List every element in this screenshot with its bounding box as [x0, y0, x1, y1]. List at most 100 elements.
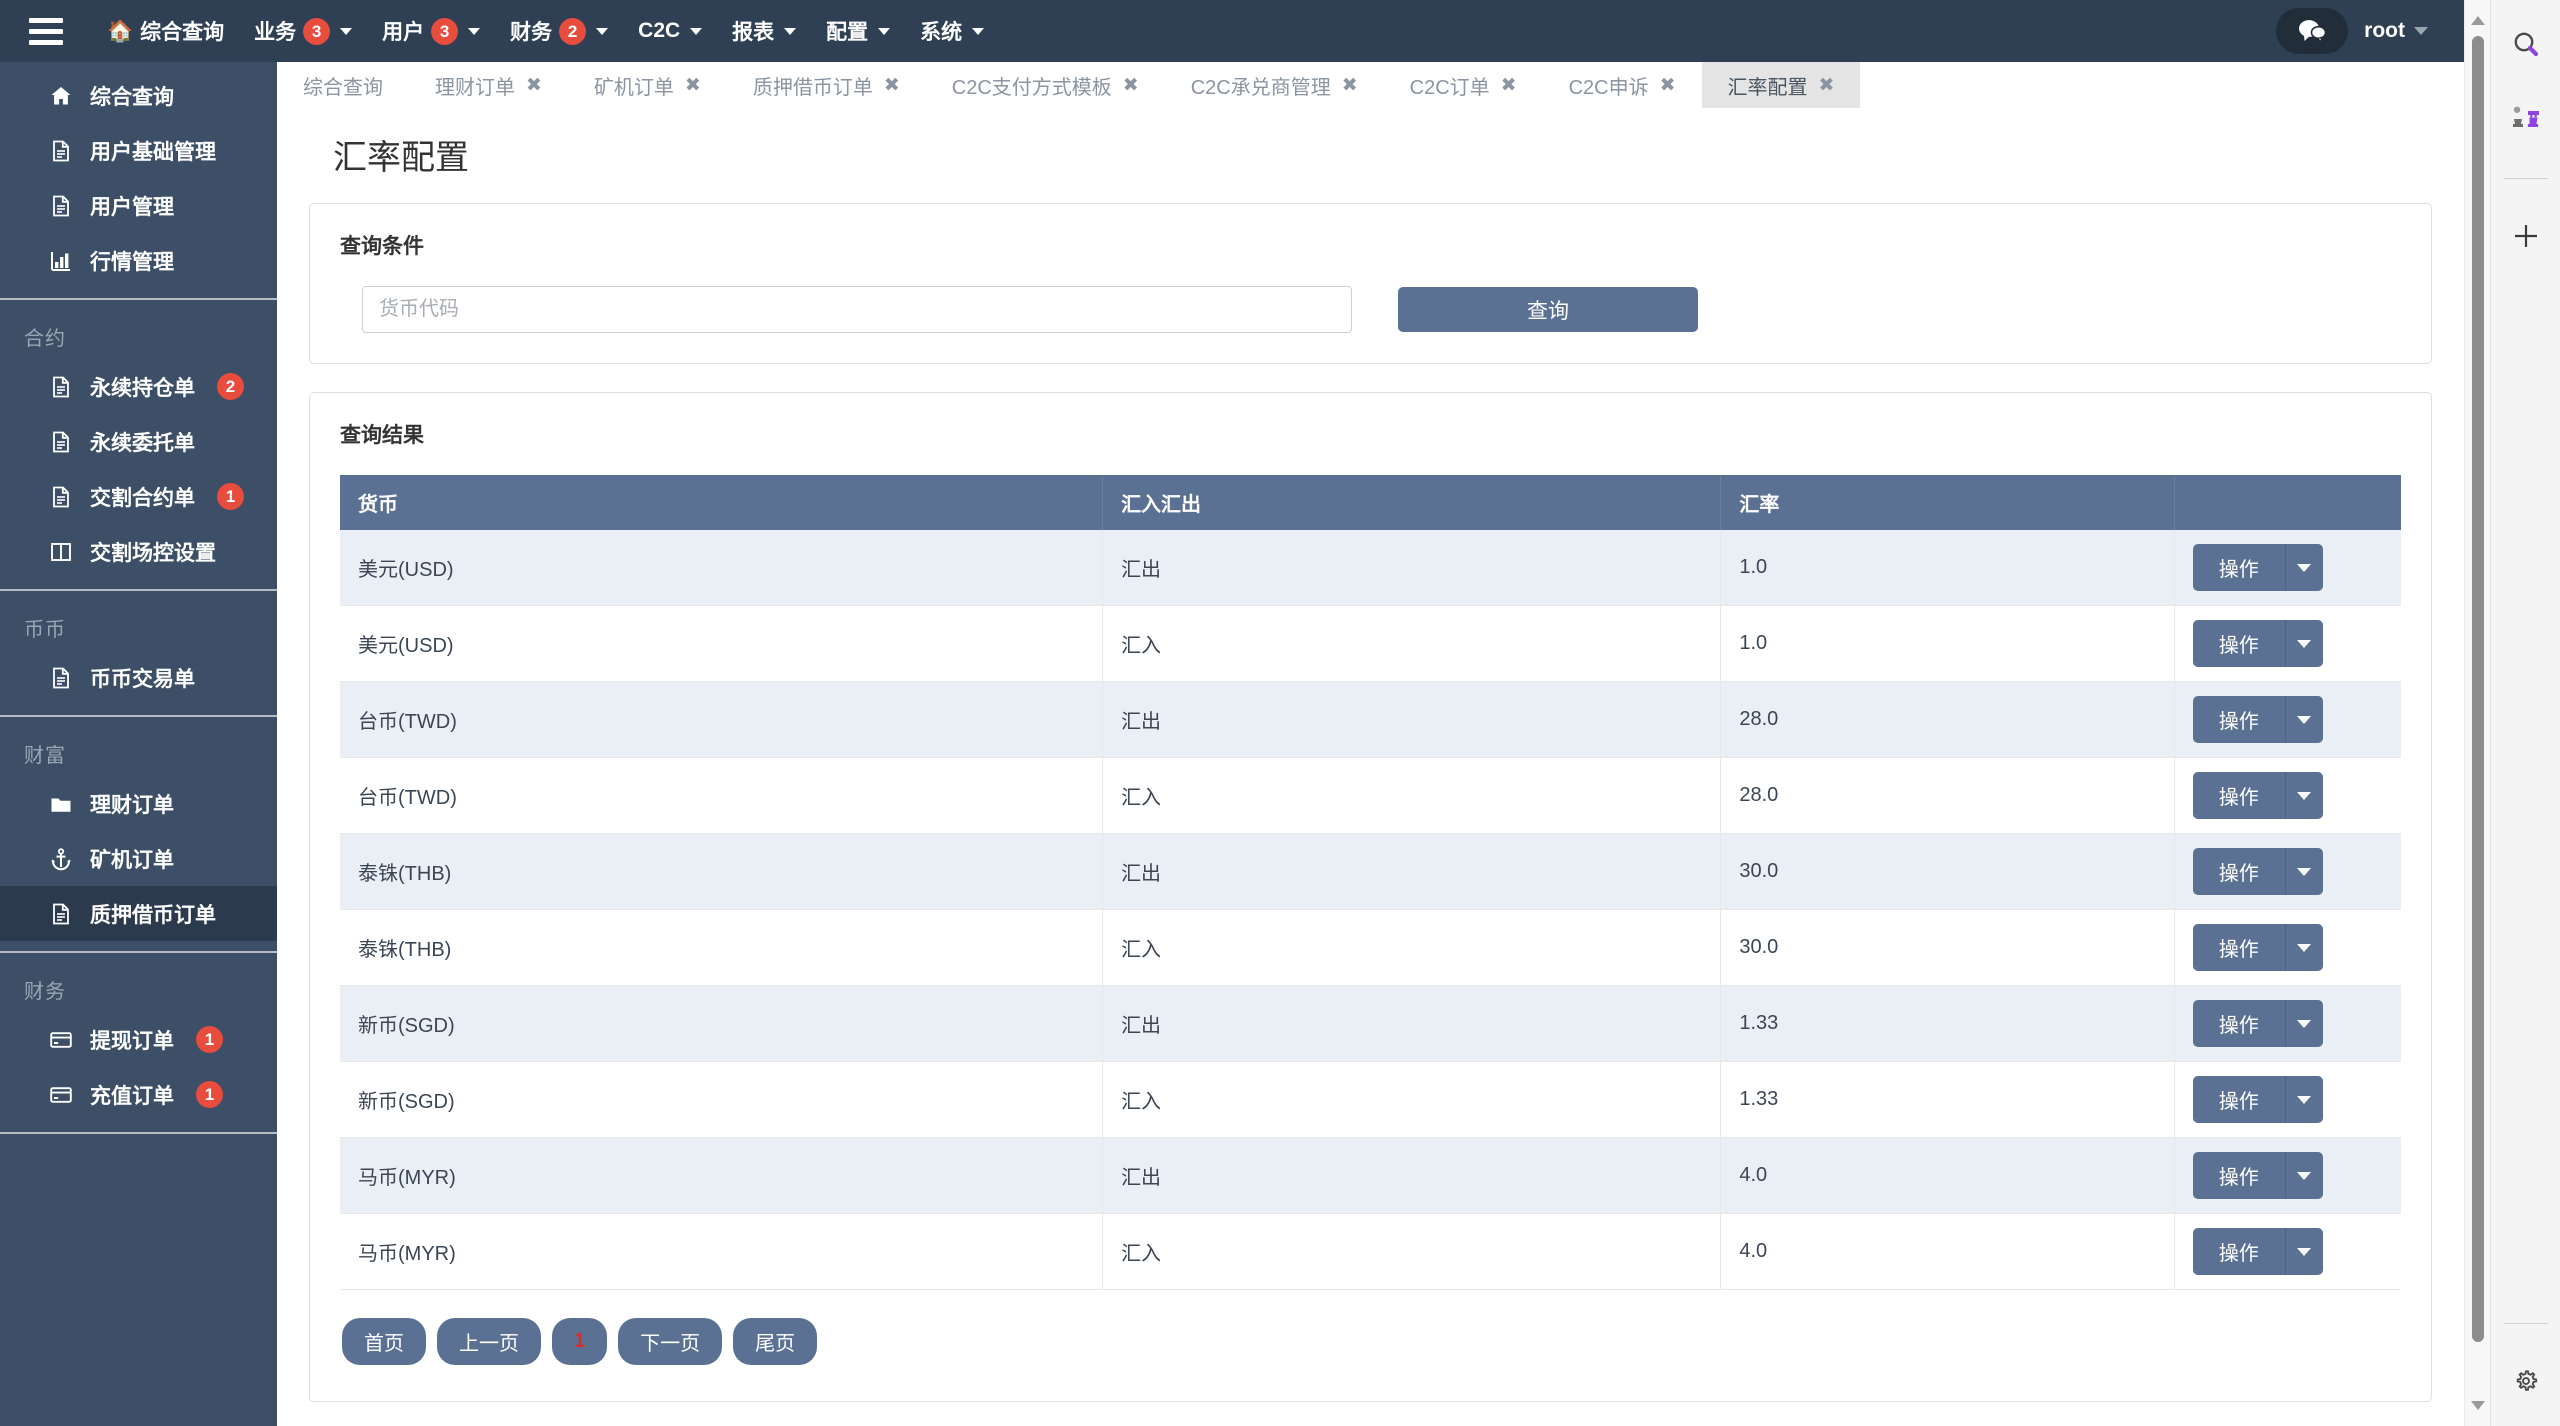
action-button[interactable]: 操作: [2192, 1000, 2286, 1047]
close-icon[interactable]: ✖: [1123, 76, 1139, 95]
sidebar-item-1-2[interactable]: 用户基础管理: [0, 123, 277, 178]
cell-direction: 汇入: [1102, 605, 1722, 682]
action-dropdown-toggle[interactable]: [2285, 1228, 2323, 1275]
topnav-item-5[interactable]: C2C: [623, 0, 717, 62]
document-icon: [48, 193, 74, 219]
tab-1[interactable]: 综合查询: [277, 62, 409, 108]
sidebar-item-4-1[interactable]: 理财订单: [0, 776, 277, 831]
tab-4[interactable]: 质押借币订单 ✖: [727, 62, 926, 108]
sidebar-item-badge: 1: [196, 1026, 223, 1053]
action-dropdown-toggle[interactable]: [2285, 544, 2323, 591]
action-dropdown-toggle[interactable]: [2285, 772, 2323, 819]
cell-currency: 台币(TWD): [340, 757, 1104, 834]
app-root: 🏠 综合查询 业务 3 用户 3 财务 2 C2C 报表 配置 系统 root 综合查询 用户基础管理: [0, 0, 2560, 1426]
cell-rate: 1.0: [1720, 530, 2175, 606]
action-button[interactable]: 操作: [2192, 772, 2286, 819]
close-icon[interactable]: ✖: [1819, 76, 1835, 95]
scrollbar-thumb[interactable]: [2472, 36, 2484, 1342]
chess-pieces-icon[interactable]: [2503, 98, 2549, 144]
sidebar-item-label: 币币交易单: [90, 667, 195, 691]
sidebar-item-5-2[interactable]: 充值订单 1: [0, 1067, 277, 1122]
action-button[interactable]: 操作: [2192, 544, 2286, 591]
chat-bubbles-icon[interactable]: [2276, 8, 2349, 54]
gear-icon[interactable]: [2503, 1358, 2549, 1404]
sidebar-item-3-1[interactable]: 币币交易单: [0, 650, 277, 705]
topnav-item-7[interactable]: 配置: [811, 0, 905, 62]
topnav-item-2[interactable]: 业务 3: [239, 0, 367, 62]
pagination-current-page[interactable]: 1: [552, 1318, 608, 1365]
sidebar-item-label: 交割场控设置: [90, 541, 216, 565]
action-button-group: 操作: [2192, 696, 2383, 743]
sidebar-item-1-4[interactable]: 行情管理: [0, 233, 277, 288]
tab-5[interactable]: C2C支付方式模板 ✖: [926, 62, 1165, 108]
cell-direction: 汇出: [1102, 985, 1722, 1062]
cell-currency: 泰铢(THB): [340, 909, 1104, 986]
action-dropdown-toggle[interactable]: [2285, 620, 2323, 667]
close-icon[interactable]: ✖: [526, 76, 542, 95]
sidebar-item-1-3[interactable]: 用户管理: [0, 178, 277, 233]
action-button[interactable]: 操作: [2192, 620, 2286, 667]
search-icon[interactable]: [2503, 22, 2549, 68]
table-row: 台币(TWD) 汇入 28.0 操作: [340, 757, 2401, 834]
topnav-item-6[interactable]: 报表: [717, 0, 811, 62]
sidebar-item-5-1[interactable]: 提现订单 1: [0, 1012, 277, 1067]
vertical-scrollbar[interactable]: [2464, 0, 2490, 1426]
action-button[interactable]: 操作: [2192, 848, 2286, 895]
sidebar-item-2-1[interactable]: 永续持仓单 2: [0, 359, 277, 414]
action-button[interactable]: 操作: [2192, 1076, 2286, 1123]
pagination-first-button[interactable]: 首页: [342, 1318, 426, 1365]
sidebar-item-4-3[interactable]: 质押借币订单: [0, 886, 277, 941]
pagination-last-button[interactable]: 尾页: [733, 1318, 818, 1365]
action-dropdown-toggle[interactable]: [2285, 1076, 2323, 1123]
action-button[interactable]: 操作: [2192, 924, 2286, 971]
chevron-down-icon: [2414, 27, 2428, 35]
sidebar-item-2-4[interactable]: 交割场控设置: [0, 524, 277, 579]
action-button-group: 操作: [2192, 848, 2383, 895]
action-dropdown-toggle[interactable]: [2285, 1152, 2323, 1199]
document-icon: [48, 374, 74, 400]
tab-3[interactable]: 矿机订单 ✖: [568, 62, 727, 108]
action-dropdown-toggle[interactable]: [2285, 848, 2323, 895]
action-button[interactable]: 操作: [2192, 1152, 2286, 1199]
currency-code-input[interactable]: [362, 286, 1352, 333]
topnav-item-8[interactable]: 系统: [905, 0, 999, 62]
sidebar-item-label: 交割合约单: [90, 486, 195, 510]
hamburger-icon[interactable]: [0, 0, 92, 62]
action-button[interactable]: 操作: [2192, 696, 2286, 743]
topnav-item-3[interactable]: 用户 3: [367, 0, 495, 62]
action-button-group: 操作: [2192, 772, 2383, 819]
close-icon[interactable]: ✖: [1342, 76, 1358, 95]
sidebar-group-1: 综合查询 用户基础管理用户管理行情管理: [0, 62, 277, 300]
action-dropdown-toggle[interactable]: [2285, 696, 2323, 743]
plus-icon[interactable]: [2503, 213, 2549, 259]
cell-rate: 1.33: [1720, 985, 2175, 1062]
tab-9[interactable]: 汇率配置 ✖: [1701, 62, 1861, 108]
scroll-down-arrow-icon[interactable]: [2471, 1401, 2485, 1410]
scroll-up-arrow-icon[interactable]: [2471, 16, 2485, 25]
tab-2[interactable]: 理财订单 ✖: [409, 62, 568, 108]
bar-chart-icon: [48, 248, 74, 274]
sidebar-item-label: 提现订单: [90, 1029, 174, 1053]
query-submit-button[interactable]: 查询: [1398, 287, 1698, 332]
pagination-prev-button[interactable]: 上一页: [437, 1318, 541, 1365]
close-icon[interactable]: ✖: [1660, 76, 1676, 95]
tab-7[interactable]: C2C订单 ✖: [1384, 62, 1543, 108]
action-button[interactable]: 操作: [2192, 1228, 2286, 1275]
sidebar-item-label: 用户管理: [90, 195, 174, 219]
tab-8[interactable]: C2C申诉 ✖: [1543, 62, 1702, 108]
pagination-next-button[interactable]: 下一页: [618, 1318, 723, 1365]
sidebar-item-label: 永续持仓单: [90, 376, 195, 400]
close-icon[interactable]: ✖: [884, 76, 900, 95]
sidebar-item-2-3[interactable]: 交割合约单 1: [0, 469, 277, 524]
topnav-item-1[interactable]: 🏠 综合查询: [92, 0, 239, 62]
close-icon[interactable]: ✖: [1501, 76, 1517, 95]
close-icon[interactable]: ✖: [685, 76, 701, 95]
sidebar-item-1-1[interactable]: 综合查询: [0, 68, 277, 123]
action-dropdown-toggle[interactable]: [2285, 1000, 2323, 1047]
tab-6[interactable]: C2C承兑商管理 ✖: [1165, 62, 1384, 108]
action-dropdown-toggle[interactable]: [2285, 924, 2323, 971]
sidebar-item-2-2[interactable]: 永续委托单: [0, 414, 277, 469]
topnav-item-4[interactable]: 财务 2: [495, 0, 623, 62]
user-menu[interactable]: root: [2354, 19, 2438, 43]
sidebar-item-4-2[interactable]: 矿机订单: [0, 831, 277, 886]
